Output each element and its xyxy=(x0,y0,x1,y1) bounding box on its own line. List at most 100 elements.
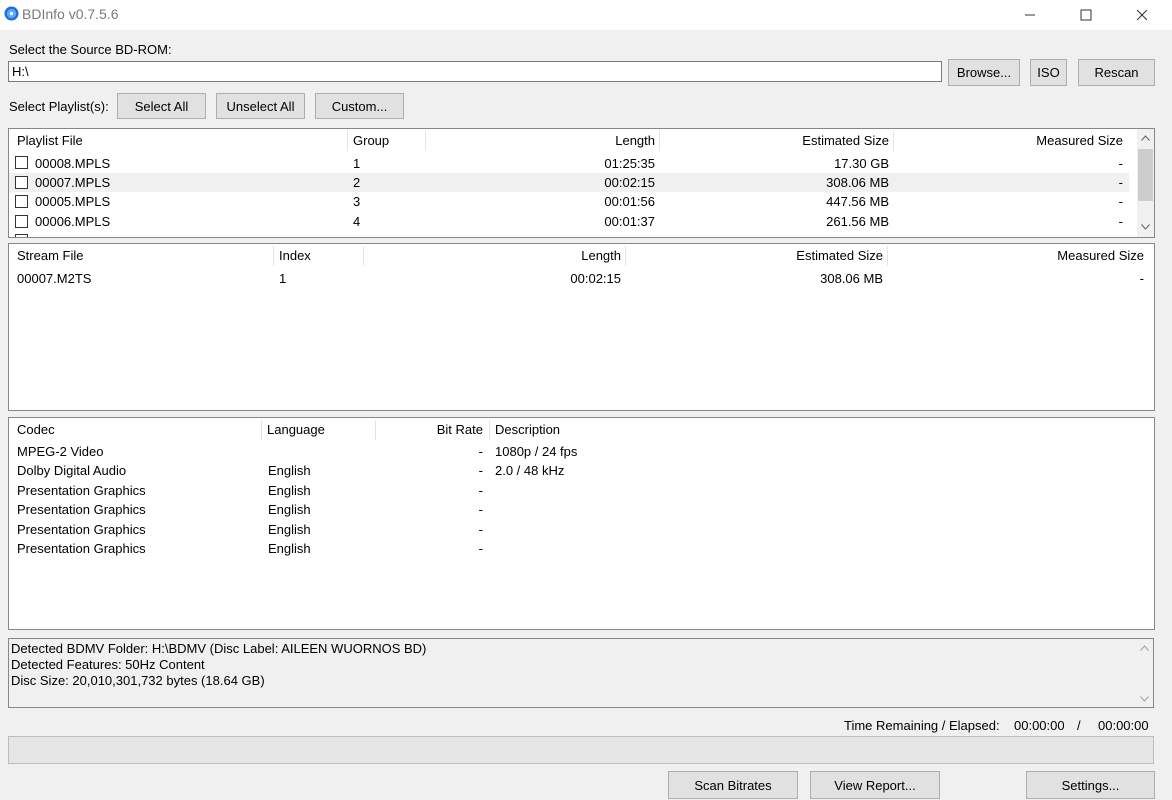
column-separator xyxy=(363,246,364,266)
time-elapsed: 00:00:00 xyxy=(1098,718,1149,733)
playlist-checkbox[interactable] xyxy=(15,156,28,169)
rescan-button[interactable]: Rescan xyxy=(1078,59,1155,86)
source-path-input[interactable]: H:\ xyxy=(8,61,942,82)
window-title: BDInfo v0.7.5.6 xyxy=(22,6,119,22)
column-header-description[interactable]: Description xyxy=(495,418,560,442)
codec-name[interactable]: Dolby Digital Audio xyxy=(17,461,126,480)
iso-button[interactable]: ISO xyxy=(1030,59,1067,86)
column-separator xyxy=(273,246,274,266)
playlist-estimated-size: 447.56 MB xyxy=(826,194,889,209)
select-all-button[interactable]: Select All xyxy=(117,93,206,119)
playlist-length: 00:02:15 xyxy=(604,175,655,190)
playlist-estimated-size: 17.30 GB xyxy=(834,156,889,171)
column-header-codec[interactable]: Codec xyxy=(17,418,55,442)
column-header-estimated-size[interactable]: Estimated Size xyxy=(629,244,883,268)
playlist-checkbox[interactable] xyxy=(15,176,28,189)
disc-icon xyxy=(4,6,19,21)
stream-file[interactable]: 00007.M2TS xyxy=(17,269,91,288)
playlist-group: 3 xyxy=(353,194,361,209)
scroll-thumb[interactable] xyxy=(1138,149,1153,201)
codec-language: English xyxy=(268,541,311,556)
scan-bitrates-button[interactable]: Scan Bitrates xyxy=(668,771,798,799)
column-header-stream-file[interactable]: Stream File xyxy=(17,244,83,268)
close-icon xyxy=(1136,9,1148,21)
codec-description: 1080p / 24 fps xyxy=(495,444,578,459)
column-separator xyxy=(893,131,894,151)
minimize-icon xyxy=(1025,14,1035,16)
info-scrollbar[interactable] xyxy=(1136,639,1153,707)
stream-index: 1 xyxy=(279,271,287,286)
view-report-button[interactable]: View Report... xyxy=(810,771,940,799)
chevron-down-icon xyxy=(1141,223,1150,230)
select-playlists-label: Select Playlist(s): xyxy=(9,99,109,114)
codec-bit-rate: - xyxy=(478,463,483,478)
column-separator xyxy=(261,420,262,440)
time-label: Time Remaining / Elapsed: xyxy=(844,718,1000,733)
codec-bit-rate: - xyxy=(478,483,483,498)
chevron-down-icon xyxy=(1140,695,1149,702)
codec-language: English xyxy=(268,483,311,498)
playlist-checkbox[interactable] xyxy=(15,215,28,228)
codec-list[interactable]: Codec Language Bit Rate Description MPEG… xyxy=(8,417,1155,630)
column-separator xyxy=(659,131,660,151)
codec-name[interactable]: MPEG-2 Video xyxy=(17,442,103,461)
scroll-up-button[interactable] xyxy=(1136,639,1153,656)
codec-description: 2.0 / 48 kHz xyxy=(495,463,565,478)
settings-button[interactable]: Settings... xyxy=(1026,771,1155,799)
playlist-group: 2 xyxy=(353,175,361,190)
column-separator xyxy=(375,420,376,440)
stream-list[interactable]: Stream File Index Length Estimated Size … xyxy=(8,243,1155,411)
column-header-language[interactable]: Language xyxy=(267,418,325,442)
info-line-bdmv-folder: Detected BDMV Folder: H:\BDMV (Disc Labe… xyxy=(11,641,427,656)
maximize-icon xyxy=(1080,9,1092,21)
scroll-down-button[interactable] xyxy=(1137,218,1154,235)
scroll-up-button[interactable] xyxy=(1137,129,1154,146)
playlist-length: 00:01:56 xyxy=(604,194,655,209)
column-header-group[interactable]: Group xyxy=(353,129,389,153)
playlist-estimated-size: 308.06 MB xyxy=(826,175,889,190)
codec-name[interactable]: Presentation Graphics xyxy=(17,539,146,558)
column-header-measured-size[interactable]: Measured Size xyxy=(891,244,1144,268)
disc-info-textbox[interactable]: Detected BDMV Folder: H:\BDMV (Disc Labe… xyxy=(8,638,1154,708)
column-header-measured-size[interactable]: Measured Size xyxy=(897,129,1123,153)
codec-name[interactable]: Presentation Graphics xyxy=(17,520,146,539)
playlist-list[interactable]: Playlist File Group Length Estimated Siz… xyxy=(8,128,1155,238)
playlist-file: 00007.MPLS xyxy=(35,175,111,190)
codec-bit-rate: - xyxy=(478,541,483,556)
unselect-all-button[interactable]: Unselect All xyxy=(216,93,305,119)
playlist-measured-size: - xyxy=(1118,194,1123,209)
stream-length: 00:02:15 xyxy=(570,271,621,286)
stream-measured-size: - xyxy=(1139,271,1144,286)
source-label: Select the Source BD-ROM: xyxy=(9,42,172,57)
column-separator xyxy=(347,131,348,151)
column-separator xyxy=(625,246,626,266)
maximize-button[interactable] xyxy=(1058,0,1114,30)
column-header-length[interactable]: Length xyxy=(367,244,621,268)
codec-name[interactable]: Presentation Graphics xyxy=(17,500,146,519)
codec-language: English xyxy=(268,502,311,517)
scroll-down-button[interactable] xyxy=(1136,690,1153,707)
column-header-index[interactable]: Index xyxy=(279,244,311,268)
playlist-measured-size: - xyxy=(1118,214,1123,229)
time-separator: / xyxy=(1077,718,1081,733)
codec-language: English xyxy=(268,463,311,478)
custom-button[interactable]: Custom... xyxy=(315,93,404,119)
close-button[interactable] xyxy=(1114,0,1170,30)
title-bar: BDInfo v0.7.5.6 xyxy=(0,0,1172,30)
column-header-playlist-file[interactable]: Playlist File xyxy=(17,129,83,153)
playlist-length: 01:25:35 xyxy=(604,156,655,171)
playlist-checkbox[interactable] xyxy=(15,234,28,237)
chevron-up-icon xyxy=(1140,644,1149,651)
browse-button[interactable]: Browse... xyxy=(948,59,1020,86)
playlist-scrollbar[interactable] xyxy=(1137,129,1154,237)
column-header-length[interactable]: Length xyxy=(429,129,655,153)
playlist-measured-size: - xyxy=(1118,156,1123,171)
column-header-bit-rate[interactable]: Bit Rate xyxy=(379,418,483,442)
playlist-file: 00008.MPLS xyxy=(35,156,111,171)
scan-progress-bar xyxy=(8,736,1154,764)
codec-name[interactable]: Presentation Graphics xyxy=(17,481,146,500)
playlist-checkbox[interactable] xyxy=(15,195,28,208)
codec-bit-rate: - xyxy=(478,502,483,517)
minimize-button[interactable] xyxy=(1002,0,1058,30)
column-header-estimated-size[interactable]: Estimated Size xyxy=(663,129,889,153)
